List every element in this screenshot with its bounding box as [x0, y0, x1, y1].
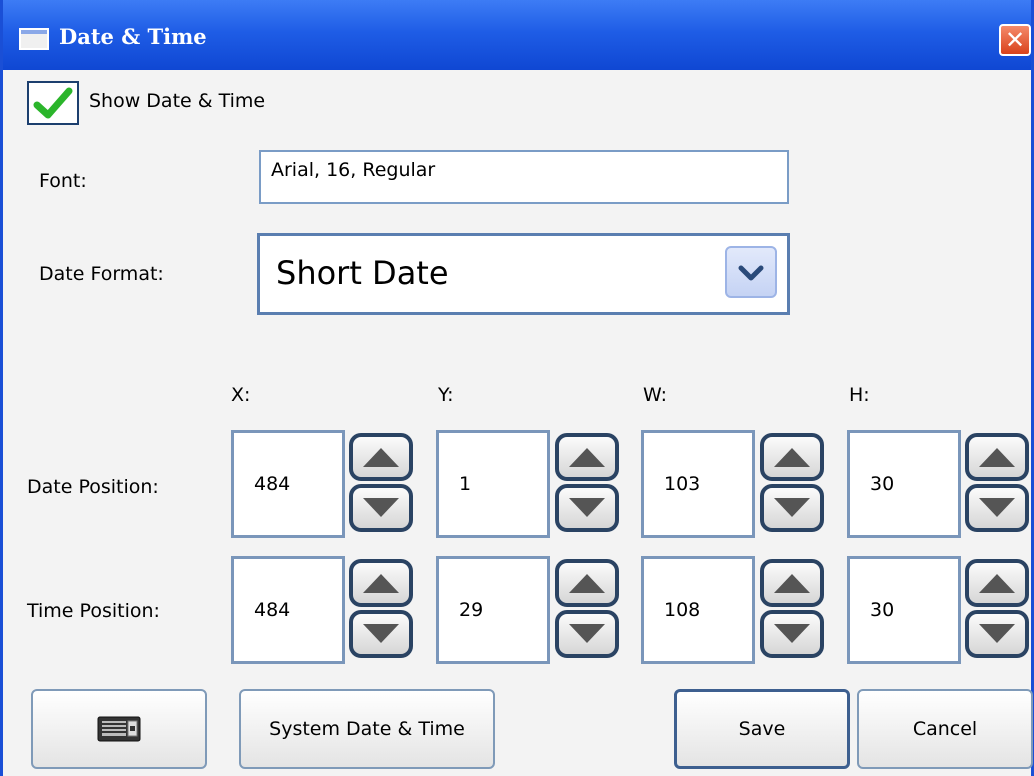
time-h-field[interactable]: 30 — [847, 556, 961, 664]
triangle-up-icon — [363, 574, 399, 593]
h-header: H: — [849, 384, 870, 406]
triangle-down-icon — [569, 498, 605, 517]
triangle-up-icon — [979, 448, 1015, 467]
time-h-increment[interactable] — [965, 559, 1029, 607]
y-header: Y: — [438, 384, 454, 406]
triangle-down-icon — [363, 498, 399, 517]
window-icon — [19, 28, 49, 50]
checkmark-icon — [33, 87, 73, 119]
triangle-up-icon — [569, 448, 605, 467]
triangle-down-icon — [363, 624, 399, 643]
date-y-decrement[interactable] — [555, 484, 619, 532]
triangle-down-icon — [774, 624, 810, 643]
time-h-decrement[interactable] — [965, 610, 1029, 658]
date-h-decrement[interactable] — [965, 484, 1029, 532]
date-format-label: Date Format: — [39, 263, 164, 285]
date-format-select[interactable]: Short Date — [257, 233, 790, 315]
title-bar: Date & Time ✕ — [3, 0, 1031, 70]
dialog-content: Show Date & Time Font: Arial, 16, Regula… — [3, 70, 1033, 776]
triangle-down-icon — [774, 498, 810, 517]
w-header: W: — [643, 384, 668, 406]
date-time-dialog: Date & Time ✕ Show Date & Time Font: Ari… — [0, 0, 1034, 776]
x-header: X: — [231, 384, 251, 406]
dropdown-button[interactable] — [725, 246, 777, 298]
date-x-field[interactable]: 484 — [231, 430, 345, 538]
date-x-decrement[interactable] — [349, 484, 413, 532]
time-w-field[interactable]: 108 — [641, 556, 755, 664]
date-format-value: Short Date — [276, 254, 449, 292]
time-y-field[interactable]: 29 — [436, 556, 550, 664]
date-w-increment[interactable] — [760, 433, 824, 481]
save-button[interactable]: Save — [674, 689, 850, 769]
date-h-increment[interactable] — [965, 433, 1029, 481]
triangle-up-icon — [363, 448, 399, 467]
keyboard-icon — [97, 716, 141, 742]
font-field[interactable]: Arial, 16, Regular — [259, 150, 789, 204]
system-date-time-button[interactable]: System Date & Time — [239, 689, 495, 769]
time-y-decrement[interactable] — [555, 610, 619, 658]
time-x-decrement[interactable] — [349, 610, 413, 658]
time-x-field[interactable]: 484 — [231, 556, 345, 664]
triangle-up-icon — [774, 574, 810, 593]
date-x-increment[interactable] — [349, 433, 413, 481]
date-y-field[interactable]: 1 — [436, 430, 550, 538]
date-position-label: Date Position: — [27, 476, 159, 498]
close-button[interactable]: ✕ — [999, 24, 1031, 56]
keyboard-button[interactable] — [31, 689, 207, 769]
date-h-field[interactable]: 30 — [847, 430, 961, 538]
time-x-increment[interactable] — [349, 559, 413, 607]
time-w-increment[interactable] — [760, 559, 824, 607]
time-y-increment[interactable] — [555, 559, 619, 607]
date-w-decrement[interactable] — [760, 484, 824, 532]
time-position-label: Time Position: — [27, 600, 160, 622]
triangle-up-icon — [569, 574, 605, 593]
triangle-up-icon — [979, 574, 1015, 593]
show-date-time-label: Show Date & Time — [89, 90, 266, 112]
chevron-down-icon — [738, 265, 764, 281]
show-date-time-checkbox[interactable] — [27, 81, 79, 125]
time-w-decrement[interactable] — [760, 610, 824, 658]
date-w-field[interactable]: 103 — [641, 430, 755, 538]
triangle-down-icon — [569, 624, 605, 643]
triangle-down-icon — [979, 498, 1015, 517]
triangle-down-icon — [979, 624, 1015, 643]
cancel-button[interactable]: Cancel — [857, 689, 1033, 769]
font-label: Font: — [39, 170, 87, 192]
window-title: Date & Time — [59, 24, 207, 49]
triangle-up-icon — [774, 448, 810, 467]
date-y-increment[interactable] — [555, 433, 619, 481]
